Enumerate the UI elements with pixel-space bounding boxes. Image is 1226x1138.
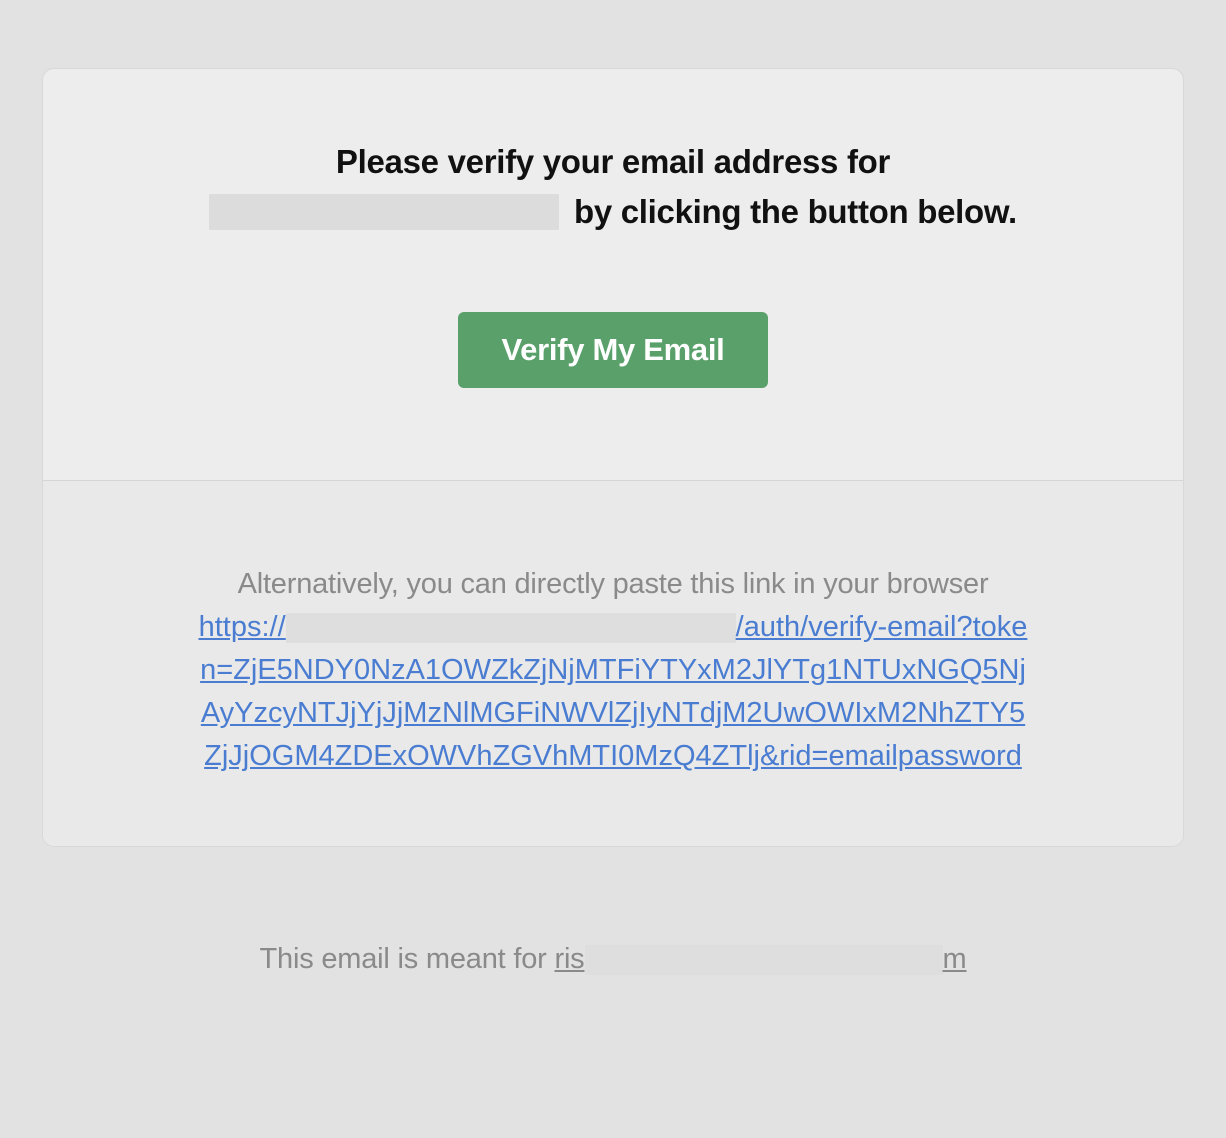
- redacted-domain-box: [286, 613, 736, 643]
- heading-part1: Please verify your email address for: [336, 143, 890, 180]
- footer-name-start: ris: [554, 943, 584, 975]
- redacted-site-box: [209, 194, 559, 230]
- button-wrap: Verify My Email: [189, 312, 1037, 388]
- verification-link[interactable]: https:///auth/verify-email?token=ZjE5NDY…: [199, 611, 1028, 772]
- alternative-text: Alternatively, you can directly paste th…: [197, 563, 1029, 606]
- link-prefix: https://: [199, 611, 286, 643]
- footer-text: This email is meant for ris m: [42, 943, 1184, 976]
- verify-heading: Please verify your email address for by …: [189, 137, 1037, 236]
- heading-part2: by clicking the button below.: [574, 193, 1017, 230]
- verify-email-button[interactable]: Verify My Email: [458, 312, 769, 388]
- footer-name-end: m: [943, 943, 967, 975]
- top-section: Please verify your email address for by …: [43, 69, 1183, 481]
- email-card: Please verify your email address for by …: [42, 68, 1184, 847]
- redacted-email-box: [585, 945, 943, 975]
- bottom-section: Alternatively, you can directly paste th…: [43, 481, 1183, 846]
- footer-prefix: This email is meant for: [260, 943, 555, 975]
